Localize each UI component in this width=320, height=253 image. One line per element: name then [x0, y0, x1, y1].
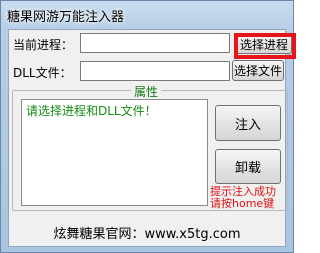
- title-bar[interactable]: 糖果网游万能注入器: [1, 1, 293, 29]
- select-file-button[interactable]: 选择文件: [232, 60, 284, 81]
- unload-button[interactable]: 卸载: [215, 149, 281, 184]
- hint-line-2: 请按home键: [210, 197, 275, 210]
- client-area: 当前进程： 选择进程 DLL文件： 选择文件 属性 请选择进程和DLL文件！ 注…: [8, 29, 296, 247]
- select-process-button[interactable]: 选择进程: [236, 34, 292, 54]
- inject-button[interactable]: 注入: [215, 105, 281, 141]
- properties-group: 属性 请选择进程和DLL文件！ 注入 卸载 提示注入成功 请按home键: [12, 83, 288, 211]
- app-window: 糖果网游万能注入器 当前进程： 选择进程 DLL文件： 选择文件 属性 请选择进…: [0, 0, 296, 253]
- status-text-area: 请选择进程和DLL文件！: [21, 99, 208, 206]
- website-footer: 炫舞糖果官网：www.x5tg.com: [53, 227, 241, 242]
- window-title: 糖果网游万能注入器: [7, 10, 125, 25]
- status-message: 请选择进程和DLL文件！: [26, 104, 157, 118]
- properties-legend: 属性: [131, 83, 162, 100]
- process-input[interactable]: [80, 33, 230, 53]
- dll-input[interactable]: [80, 61, 230, 81]
- dll-label: DLL文件：: [13, 66, 72, 80]
- process-label: 当前进程：: [13, 38, 74, 52]
